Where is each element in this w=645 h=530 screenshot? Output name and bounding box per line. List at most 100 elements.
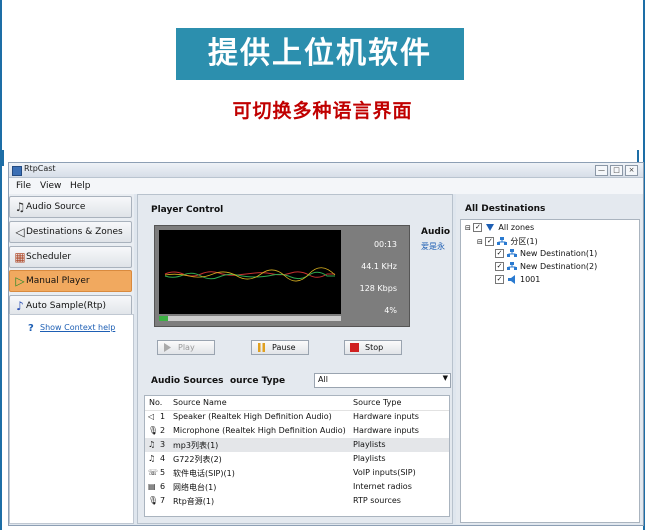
tree-node-destination[interactable]: ✓ New Destination(1) <box>495 249 597 258</box>
pause-icon <box>257 343 266 352</box>
waveform-display <box>159 230 341 314</box>
source-number: 1 <box>160 412 166 421</box>
calendar-icon: ▦ <box>14 250 26 264</box>
player-display: 00:13 44.1 KHz 128 Kbps 4% <box>154 225 410 327</box>
source-number: 7 <box>160 496 166 505</box>
sample-rate: 44.1 KHz <box>361 262 397 271</box>
source-type-select[interactable]: All ▼ <box>314 373 451 388</box>
bitrate: 128 Kbps <box>359 284 397 293</box>
sidebar-item-label: Manual Player <box>26 276 90 286</box>
close-button[interactable]: × <box>625 165 638 176</box>
menu-file[interactable]: File <box>16 181 31 191</box>
maximize-button[interactable]: □ <box>610 165 623 176</box>
collapse-icon[interactable]: ⊟ <box>477 238 483 246</box>
source-number: 5 <box>160 468 166 477</box>
pause-button[interactable]: Pause <box>251 340 309 355</box>
checkbox[interactable]: ✓ <box>495 262 504 271</box>
sidebar-item-label: Destinations & Zones <box>26 227 123 237</box>
source-name: Rtp音源(1) <box>173 497 215 506</box>
source-type: Hardware inputs <box>353 412 419 421</box>
source-name: 网络电台(1) <box>173 483 217 492</box>
checkbox[interactable]: ✓ <box>495 249 504 258</box>
microphone-icon: 🎙 <box>148 496 159 505</box>
source-name: mp3列表(1) <box>173 441 219 450</box>
audio-sources-header: Audio Sources <box>151 376 224 386</box>
play-time: 00:13 <box>373 240 397 249</box>
list-item[interactable]: ♫ 4 G722列表(2) Playlists <box>145 452 449 466</box>
playlist-icon: ♫ <box>148 440 156 449</box>
tree-node-all-zones[interactable]: ⊟ ✓ All zones <box>465 223 534 232</box>
list-item[interactable]: 🎙 7 Rtp音源(1) RTP sources <box>145 494 449 508</box>
source-type: VoIP inputs(SIP) <box>353 468 416 477</box>
network-icon <box>507 262 517 271</box>
phone-icon: ☏ <box>148 468 159 477</box>
list-item[interactable]: ▤ 6 网络电台(1) Internet radios <box>145 480 449 494</box>
menu-bar: File View Help <box>9 178 643 194</box>
column-header[interactable]: Source Type <box>353 398 401 407</box>
playlist-icon: ♫ <box>148 454 156 463</box>
banner-title: 提供上位机软件 <box>176 28 464 80</box>
player-control-header: Player Control <box>151 205 224 215</box>
sidebar-item-manual-player[interactable]: ▷ Manual Player <box>9 270 132 292</box>
sidebar-item-audio-source[interactable]: ♫ Audio Source <box>9 196 132 218</box>
help-icon: ? <box>28 323 34 334</box>
source-number: 4 <box>160 454 166 463</box>
source-type: Playlists <box>353 440 386 449</box>
source-name: Speaker (Realtek High Definition Audio) <box>173 412 332 421</box>
source-type-label: ource Type <box>230 376 286 386</box>
menu-view[interactable]: View <box>40 181 61 191</box>
radio-icon: ▤ <box>148 482 156 491</box>
stop-button[interactable]: Stop <box>344 340 402 355</box>
list-item[interactable]: ♫ 3 mp3列表(1) Playlists <box>145 438 449 452</box>
progress-fill <box>159 316 169 321</box>
tree-node-zone[interactable]: ⊟ ✓ 分区(1) <box>477 236 538 247</box>
app-icon <box>12 166 22 176</box>
waveform-graphic <box>164 267 336 282</box>
sidebar: ♫ Audio Source ◁ Destinations & Zones ▦ … <box>9 194 134 524</box>
app-window: RtpCast — □ × File View Help ♫ Audio Sou… <box>8 162 644 526</box>
minimize-button[interactable]: — <box>595 165 608 176</box>
chevron-down-icon: ▼ <box>442 374 448 382</box>
frame-corner-left <box>0 150 4 166</box>
network-icon <box>497 237 508 246</box>
destinations-tree: ⊟ ✓ All zones ⊟ ✓ 分区(1) ✓ New Destination(1… <box>460 219 640 523</box>
list-item[interactable]: ☏ 5 软件电话(SIP)(1) VoIP inputs(SIP) <box>145 466 449 480</box>
play-icon: ▷ <box>15 274 25 288</box>
sidebar-item-label: Audio Source <box>26 202 86 212</box>
speaker-icon: ◁ <box>15 225 25 239</box>
tree-node-destination[interactable]: ✓ New Destination(2) <box>495 262 597 271</box>
sidebar-item-destinations[interactable]: ◁ Destinations & Zones <box>9 221 132 243</box>
audio-sources-list: No. Source Name Source Type ◁ 1 Speaker (R… <box>144 395 450 517</box>
tree-node-destination[interactable]: ✓ 1001 <box>495 275 540 284</box>
music-note-icon: ♫ <box>14 200 26 214</box>
checkbox[interactable]: ✓ <box>495 275 504 284</box>
play-percent: 4% <box>384 306 397 315</box>
checkbox[interactable]: ✓ <box>473 223 483 232</box>
source-type: Hardware inputs <box>353 426 419 435</box>
list-item[interactable]: 🎙 2 Microphone (Realtek High Definition Au… <box>145 424 449 438</box>
sidebar-item-label: Scheduler <box>26 252 72 262</box>
window-title: RtpCast <box>24 164 56 173</box>
microphone-icon: 🎙 <box>148 426 159 435</box>
title-bar: RtpCast — □ × <box>9 163 643 178</box>
audio-label: Audio <box>421 227 451 237</box>
banner-subtitle: 可切换多种语言界面 <box>232 100 413 122</box>
source-name: Microphone (Realtek High Definition Audi… <box>173 426 346 435</box>
sidebar-item-scheduler[interactable]: ▦ Scheduler <box>9 246 132 268</box>
context-help-link[interactable]: Show Context help <box>40 323 115 332</box>
collapse-icon[interactable]: ⊟ <box>465 224 471 232</box>
menu-help[interactable]: Help <box>70 181 91 191</box>
progress-bar[interactable] <box>159 316 341 321</box>
source-number: 2 <box>160 426 166 435</box>
source-name: 软件电话(SIP)(1) <box>173 469 235 478</box>
speaker-icon <box>507 275 517 284</box>
checkbox[interactable]: ✓ <box>485 237 495 246</box>
list-header: No. Source Name Source Type <box>145 396 449 411</box>
column-header[interactable]: Source Name <box>173 398 227 407</box>
column-header[interactable]: No. <box>149 398 162 407</box>
source-type: Playlists <box>353 454 386 463</box>
list-item[interactable]: ◁ 1 Speaker (Realtek High Definition Audio… <box>145 410 449 424</box>
context-help-panel: ? Show Context help <box>9 314 134 524</box>
play-button[interactable]: Play <box>157 340 215 355</box>
music-note-icon: ♪ <box>16 299 24 313</box>
